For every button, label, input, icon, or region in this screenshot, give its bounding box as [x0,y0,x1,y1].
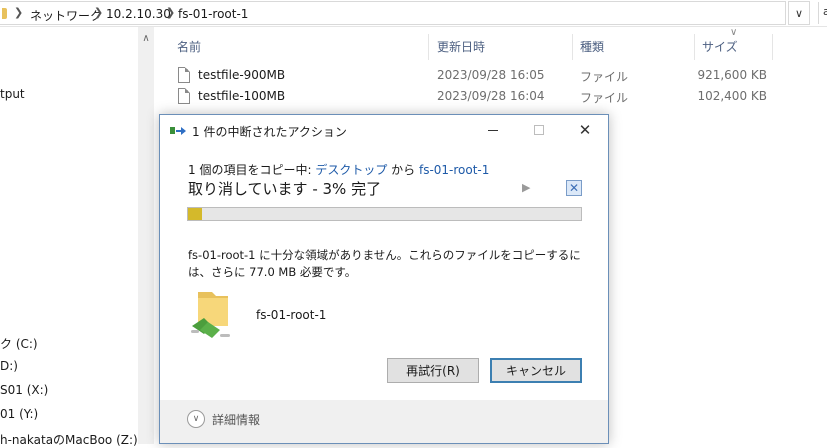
nav-item-drive-c[interactable]: ク (C:) [0,335,38,352]
chevron-down-icon[interactable]: ∨ [187,410,205,428]
column-header-size[interactable]: サイズ [702,38,738,55]
copy-action-icon [170,127,186,135]
dialog-title: 1 件の中断されたアクション [192,125,347,139]
progress-bar [187,207,582,221]
column-divider[interactable] [772,34,773,60]
close-icon: ✕ [568,181,580,195]
column-divider[interactable] [572,34,573,60]
file-name: testfile-100MB [198,89,286,103]
close-button[interactable]: ✕ [562,115,608,145]
nav-scrollbar[interactable] [138,27,154,444]
network-folder-icon [191,292,230,338]
nav-item-drive-x[interactable]: S01 (X:) [0,383,48,397]
nav-item-drive-y[interactable]: 01 (Y:) [0,407,38,421]
dialog-content: 1 個の項目をコピー中: デスクトップ から fs-01-root-1 取り消し… [160,145,608,400]
error-message: fs-01-root-1 に十分な領域がありません。これらのファイルをコピーする… [188,248,581,279]
nav-item-drive-z[interactable]: h-nakataのMacBoo (Z:) [0,431,138,448]
retry-button[interactable]: 再試行(R) [387,358,479,383]
column-header-type[interactable]: 種類 [580,38,604,55]
folder-name: fs-01-root-1 [256,308,327,322]
resume-icon[interactable]: ▶ [522,181,530,194]
dialog-footer: ∨ 詳細情報 [160,400,608,443]
stop-button[interactable]: ✕ [566,180,582,196]
file-type: ファイル [580,70,629,84]
more-details-link[interactable]: 詳細情報 [212,411,260,428]
cancel-button[interactable]: キャンセル [490,358,582,383]
address-field[interactable]: ❯ ネットワーク ❯ 10.2.10.30 ❯ fs-01-root-1 [0,1,786,25]
sort-arrow-icon: ∨ [730,27,738,38]
progress-fill [188,208,202,220]
column-divider[interactable] [428,34,429,60]
address-dropdown-button[interactable]: ∨ [788,1,810,25]
copy-description: 1 個の項目をコピー中: デスクトップ から fs-01-root-1 [188,163,490,177]
navigation-pane: tput ク (C:) D:) S01 (X:) 01 (Y:) h-nakat… [0,27,160,447]
breadcrumb-share[interactable]: fs-01-root-1 [178,7,248,21]
breadcrumb-host[interactable]: 10.2.10.30 [106,7,171,21]
maximize-icon [534,125,544,135]
file-icon [178,88,190,104]
source-link[interactable]: デスクトップ [315,163,387,177]
file-name: testfile-900MB [198,68,286,82]
file-type: ファイル [580,91,629,105]
progress-status: 取り消しています - 3% 完了 [188,180,382,198]
destination-link[interactable]: fs-01-root-1 [419,163,489,177]
close-icon: ✕ [578,121,592,139]
chevron-down-icon: ∨ [794,6,804,20]
file-size: 921,600 KB [697,68,767,82]
chevron-right-icon[interactable]: ❯ [166,6,175,19]
minimize-button[interactable] [470,115,516,145]
chevron-right-icon[interactable]: ❯ [94,6,103,19]
scroll-up-icon[interactable]: ∧ [138,33,154,44]
breadcrumb-network[interactable]: ネットワーク [30,7,102,24]
folder-icon [2,8,7,19]
column-header-name[interactable]: 名前 [177,38,201,55]
chevron-right-icon: ❯ [14,6,24,19]
column-header-date[interactable]: 更新日時 [437,38,485,55]
nav-item-output[interactable]: tput [0,87,25,101]
address-bar: ❯ ネットワーク ❯ 10.2.10.30 ❯ fs-01-root-1 ∨ a [0,0,827,27]
file-list-scrollbar[interactable] [810,27,827,444]
column-divider[interactable] [694,34,695,60]
file-row[interactable]: testfile-900MB 2023/09/28 16:05 ファイル 921… [166,66,786,86]
file-date: 2023/09/28 16:04 [437,89,545,103]
file-row[interactable]: testfile-100MB 2023/09/28 16:04 ファイル 102… [166,87,786,107]
search-box-edge[interactable]: a [818,2,827,24]
file-size: 102,400 KB [697,89,767,103]
file-icon [178,67,190,83]
minimize-icon [488,129,498,131]
nav-item-drive-d[interactable]: D:) [0,359,18,373]
interrupted-action-dialog: 1 件の中断されたアクション ✕ 1 個の項目をコピー中: デスクトップ から … [159,114,609,444]
dialog-titlebar[interactable]: 1 件の中断されたアクション ✕ [160,115,608,145]
file-date: 2023/09/28 16:05 [437,68,545,82]
maximize-button [516,115,562,145]
